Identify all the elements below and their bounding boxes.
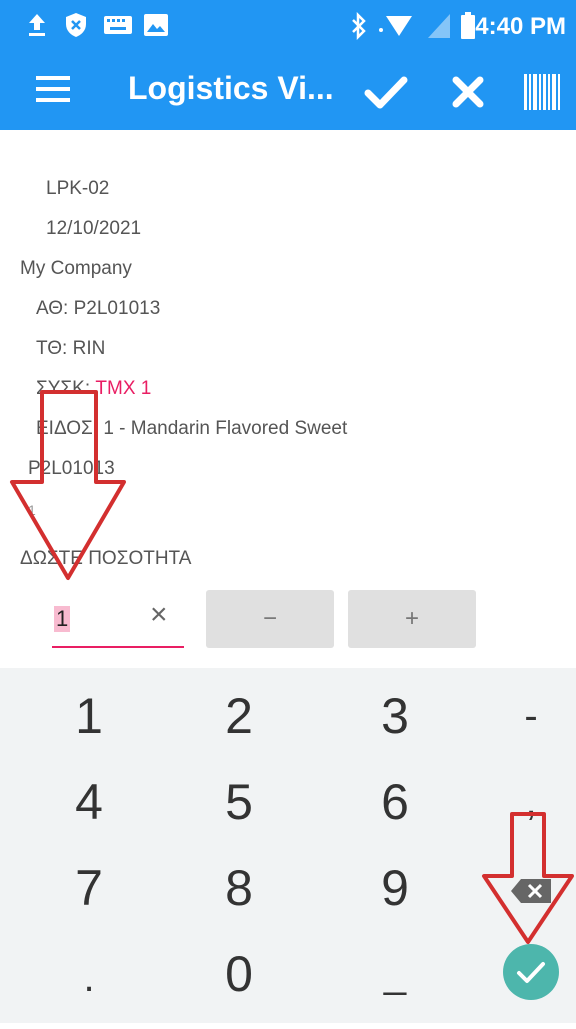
blank-line: 1 [28, 502, 36, 518]
quantity-field[interactable]: 1 × [52, 590, 184, 648]
document-code: LPK-02 [46, 178, 110, 199]
backspace-icon [511, 879, 551, 903]
menu-icon[interactable] [36, 76, 70, 106]
company-name: My Company [20, 258, 132, 279]
item-label: ΕΙΔΟΣ: [36, 418, 99, 439]
pack-value: TMX 1 [95, 378, 152, 399]
key-2[interactable]: 2 [174, 672, 304, 760]
item-line: ΕΙΔΟΣ: 1 - Mandarin Flavored Sweet [36, 418, 347, 440]
close-icon[interactable] [444, 68, 492, 116]
wifi-icon [379, 16, 412, 36]
document-date: 12/10/2021 [46, 218, 142, 239]
key-space[interactable]: _ [330, 930, 460, 1018]
tt-label: ΤΘ: [36, 338, 68, 359]
check-icon[interactable] [362, 68, 410, 116]
at-label: ΑΘ: [36, 298, 69, 319]
done-key[interactable] [466, 930, 576, 1018]
backspace-key[interactable] [466, 844, 576, 932]
key-4[interactable]: 4 [24, 758, 154, 846]
key-dot[interactable]: . [24, 934, 154, 1022]
check-circle-icon [503, 944, 559, 1000]
key-8[interactable]: 8 [174, 844, 304, 932]
numeric-keyboard: 1 2 3 - 4 5 6 , 7 8 9 . 0 _ [0, 668, 576, 1023]
key-9[interactable]: 9 [330, 844, 460, 932]
key-minus[interactable]: - [466, 672, 576, 760]
signal-icon [428, 14, 450, 38]
status-bar: 4:40 PM [0, 0, 576, 52]
key-3[interactable]: 3 [330, 672, 460, 760]
upload-icon [29, 14, 45, 36]
decrement-button[interactable]: − [206, 590, 334, 648]
lot-number: P2L01013 [28, 458, 115, 479]
key-0[interactable]: 0 [174, 930, 304, 1018]
item-value: 1 - Mandarin Flavored Sweet [103, 418, 348, 439]
key-5[interactable]: 5 [174, 758, 304, 846]
key-comma[interactable]: , [466, 758, 576, 846]
keyboard-icon [104, 16, 132, 34]
quantity-prompt: ΔΩΣΤΕ ΠΟΣΟΤΗΤΑ [20, 548, 192, 569]
at-line: ΑΘ: P2L01013 [36, 298, 160, 320]
increment-button[interactable]: + [348, 590, 476, 648]
pack-line: ΣΥΣΚ: TMX 1 [36, 378, 151, 400]
pack-label: ΣΥΣΚ: [36, 378, 91, 399]
app-bar: Logistics Vi... [0, 52, 576, 130]
status-time: 4:40 PM [475, 13, 566, 40]
barcode-icon[interactable] [518, 68, 566, 116]
clear-icon[interactable]: × [150, 598, 168, 632]
bluetooth-icon [352, 12, 366, 40]
tt-line: ΤΘ: RIN [36, 338, 105, 360]
key-7[interactable]: 7 [24, 844, 154, 932]
page-title: Logistics Vi... [128, 70, 334, 106]
image-icon [144, 14, 168, 36]
battery-icon [461, 12, 475, 39]
key-1[interactable]: 1 [24, 672, 154, 760]
quantity-row: 1 × − + [0, 590, 576, 650]
tt-value: RIN [72, 338, 106, 359]
key-6[interactable]: 6 [330, 758, 460, 846]
quantity-value[interactable]: 1 [54, 606, 71, 632]
at-value: P2L01013 [73, 298, 161, 319]
shield-icon [66, 13, 86, 37]
